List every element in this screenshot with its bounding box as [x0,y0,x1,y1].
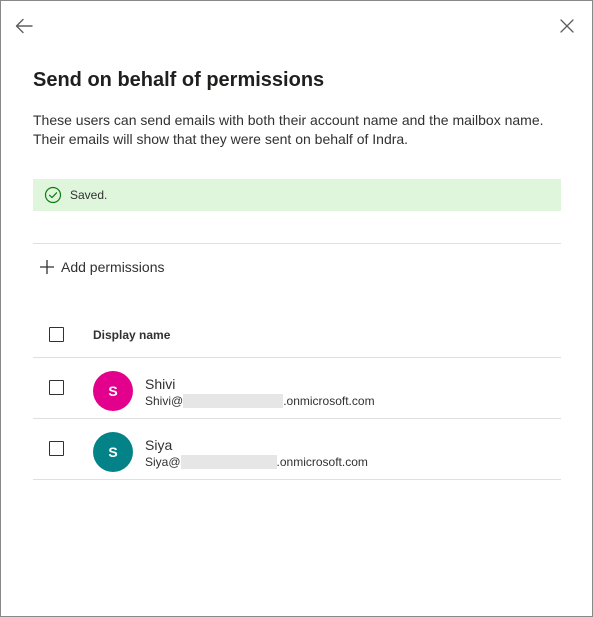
saved-status-bar: Saved. [33,179,561,211]
back-arrow-icon [15,18,33,34]
user-name: Shivi [145,376,176,392]
plus-icon [40,260,54,274]
redacted-domain [183,394,284,408]
column-header-display-name[interactable]: Display name [93,328,170,342]
permissions-panel: Send on behalf of permissions These user… [0,0,593,617]
select-all-checkbox[interactable] [49,327,64,342]
email-suffix: .onmicrosoft.com [283,394,375,408]
user-name: Siya [145,437,173,453]
page-description: These users can send emails with both th… [33,112,544,147]
email-prefix: Siya@ [145,455,181,469]
row-divider [33,418,561,419]
add-permissions-label: Add permissions [61,259,165,275]
close-icon [560,19,574,33]
user-email: Shivi@ .onmicrosoft.com [145,394,375,408]
avatar: S [93,371,133,411]
avatar: S [93,432,133,472]
header-divider [33,357,561,358]
close-button[interactable] [558,17,576,35]
check-circle-icon [44,186,62,204]
back-button[interactable] [13,15,35,37]
section-divider [33,243,561,244]
row-checkbox[interactable] [49,380,64,395]
add-permissions-button[interactable]: Add permissions [39,255,165,279]
page-title: Send on behalf of permissions [33,69,325,91]
row-checkbox[interactable] [49,441,64,456]
email-prefix: Shivi@ [145,394,184,408]
status-text: Saved. [70,188,108,202]
redacted-domain [180,455,277,469]
user-email: Siya@ .onmicrosoft.com [145,455,368,469]
email-suffix: .onmicrosoft.com [276,455,368,469]
row-divider [33,479,561,480]
